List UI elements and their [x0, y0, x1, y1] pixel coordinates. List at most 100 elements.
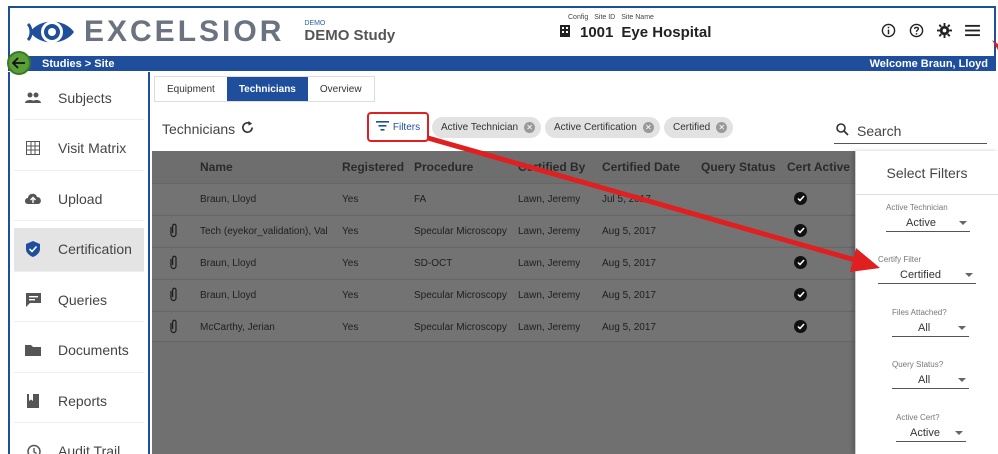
cell-name: Tech (eyekor_validation), Val — [200, 226, 328, 237]
tab-overview[interactable]: Overview — [308, 77, 374, 101]
filter-label: Active Technician — [886, 203, 948, 212]
config-label: Config — [568, 14, 589, 21]
site-id-value: 1001 — [580, 23, 614, 41]
menu-icon[interactable] — [964, 22, 980, 38]
breadcrumb[interactable]: Studies > Site — [42, 58, 114, 70]
list-title: Technicians — [162, 121, 236, 137]
filter-active-cert: Active Cert? Active — [896, 413, 966, 442]
cell-date: Aug 5, 2017 — [602, 290, 656, 301]
cell-registered: Yes — [342, 194, 359, 205]
filter-chip-active-certification[interactable]: Active Certification ✕ — [545, 117, 660, 138]
help-icon[interactable] — [908, 22, 924, 38]
sidebar: Subjects Visit Matrix Upload Certificati… — [8, 72, 150, 454]
paperclip-icon[interactable] — [169, 255, 178, 273]
study-name: DEMO Study — [304, 27, 396, 44]
site-name-label: Site Name — [621, 14, 654, 21]
chip-remove-icon[interactable]: ✕ — [642, 122, 654, 133]
filter-label: Certify Filter — [878, 255, 922, 264]
history-icon — [24, 442, 42, 454]
cell-registered: Yes — [342, 258, 359, 269]
sidebar-item-label: Subjects — [58, 89, 112, 106]
certify-filter-select[interactable]: Certified — [878, 267, 976, 284]
active-technician-select[interactable]: Active — [886, 215, 970, 232]
query-status-select[interactable]: All — [892, 372, 969, 389]
tab-equipment[interactable]: Equipment — [155, 77, 227, 101]
study-info: DEMO DEMO Study — [304, 20, 395, 44]
col-query-status[interactable]: Query Status — [701, 160, 776, 174]
list-toolbar: Technicians Filters Active Technician ✕ … — [154, 108, 996, 150]
sidebar-item-queries[interactable]: Queries — [14, 278, 144, 322]
chevron-down-icon — [965, 273, 973, 277]
sidebar-item-label: Queries — [58, 291, 108, 308]
filter-active-technician: Active Technician Active — [886, 203, 970, 232]
col-registered[interactable]: Registered — [342, 160, 404, 174]
cell-procedure: FA — [414, 194, 427, 205]
logo-text: EXCELSIOR — [84, 15, 285, 48]
check-circle-icon — [794, 192, 807, 205]
site-id-label: Site ID — [594, 14, 616, 21]
filter-label: Query Status? — [892, 360, 944, 369]
cell-name: Braun, Lloyd — [200, 290, 257, 301]
cell-certified-by: Lawn, Jeremy — [518, 194, 581, 205]
chip-remove-icon[interactable]: ✕ — [716, 122, 728, 133]
paperclip-icon[interactable] — [169, 319, 178, 337]
back-button[interactable] — [7, 51, 31, 75]
paperclip-icon[interactable] — [169, 223, 178, 241]
cell-date: Jul 5, 2017 — [602, 194, 651, 205]
col-name[interactable]: Name — [200, 160, 233, 174]
cell-certified-by: Lawn, Jeremy — [518, 290, 581, 301]
search-input[interactable]: Search — [834, 119, 987, 144]
col-procedure[interactable]: Procedure — [414, 160, 473, 174]
table-row[interactable]: Braun, Lloyd Yes FA Lawn, Jeremy Jul 5, … — [152, 183, 855, 214]
filters-button[interactable]: Filters — [367, 112, 429, 142]
table-row[interactable]: Braun, Lloyd Yes Specular Microscopy Law… — [152, 279, 855, 310]
table-row[interactable]: McCarthy, Jerian Yes Specular Microscopy… — [152, 311, 855, 342]
building-icon[interactable] — [558, 23, 572, 41]
refresh-icon[interactable] — [241, 121, 254, 137]
sidebar-item-subjects[interactable]: Subjects — [14, 76, 144, 120]
sidebar-item-audit-trail[interactable]: Audit Trail — [14, 430, 144, 454]
sidebar-item-label: Visit Matrix — [58, 140, 127, 156]
table-row[interactable]: Braun, Lloyd Yes SD-OCT Lawn, Jeremy Aug… — [152, 247, 855, 278]
sidebar-item-label: Upload — [58, 190, 103, 207]
filter-panel: Select Filters Active Technician Active … — [855, 151, 998, 454]
active-cert-select[interactable]: Active — [896, 425, 966, 442]
files-attached-select[interactable]: All — [892, 320, 969, 337]
filter-chip-active-technician[interactable]: Active Technician ✕ — [432, 117, 542, 138]
sidebar-item-upload[interactable]: Upload — [14, 177, 144, 221]
table-row[interactable]: Tech (eyekor_validation), Val Yes Specul… — [152, 215, 855, 246]
info-icon[interactable] — [880, 22, 896, 38]
col-certified-by[interactable]: Certified By — [518, 160, 585, 174]
chevron-down-icon — [959, 221, 967, 225]
sidebar-item-certification[interactable]: Certification — [14, 227, 144, 272]
cell-procedure: Specular Microscopy — [414, 226, 507, 237]
filter-certify: Certify Filter Certified — [878, 255, 976, 284]
sidebar-item-reports[interactable]: Reports — [14, 379, 144, 423]
chip-remove-icon[interactable]: ✕ — [524, 122, 536, 133]
col-certified-date[interactable]: Certified Date — [602, 160, 680, 174]
excelsior-logo[interactable]: EXCELSIOR — [26, 12, 284, 52]
select-value: All — [918, 322, 931, 334]
gear-icon[interactable] — [936, 22, 952, 38]
filter-label: Files Attached? — [892, 308, 947, 317]
cell-name: Braun, Lloyd — [200, 194, 257, 205]
filters-label: Filters — [392, 121, 421, 133]
tab-technicians[interactable]: Technicians — [226, 77, 308, 101]
select-value: Active — [906, 217, 936, 229]
check-circle-icon — [794, 320, 807, 333]
filter-chip-certified[interactable]: Certified ✕ — [664, 117, 734, 138]
col-cert-active[interactable]: Cert Active — [787, 160, 850, 174]
select-value: Certified — [900, 269, 941, 281]
cell-procedure: Specular Microscopy — [414, 290, 507, 301]
technicians-table: Name Registered Procedure Certified By C… — [152, 151, 855, 454]
cell-name: McCarthy, Jerian — [200, 322, 275, 333]
cell-date: Aug 5, 2017 — [602, 322, 656, 333]
cell-certified-by: Lawn, Jeremy — [518, 226, 581, 237]
sidebar-item-documents[interactable]: Documents — [14, 329, 144, 373]
app-root: EXCELSIOR DEMO DEMO Study Config Site ID… — [0, 0, 998, 454]
sidebar-item-visit-matrix[interactable]: Visit Matrix — [14, 127, 144, 171]
chip-label: Certified — [673, 122, 711, 133]
cloud-upload-icon — [24, 190, 42, 208]
study-small-label: DEMO — [304, 20, 326, 27]
paperclip-icon[interactable] — [169, 287, 178, 305]
